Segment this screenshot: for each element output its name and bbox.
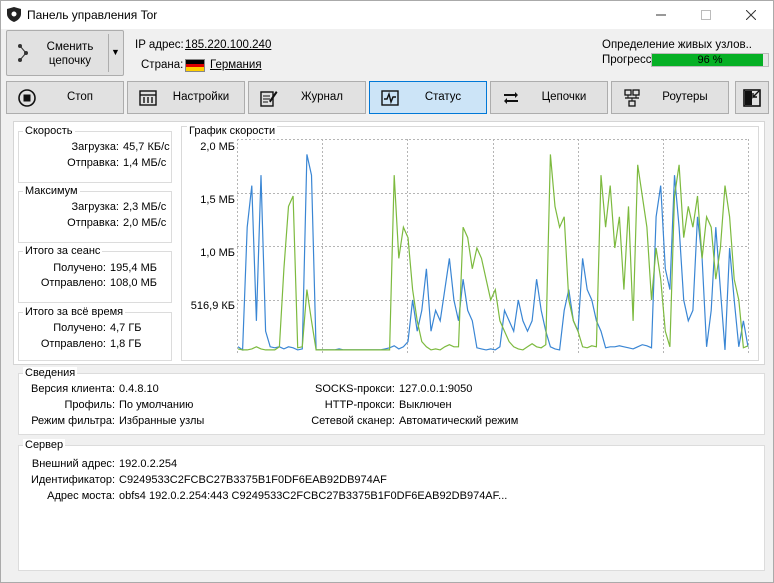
maximum-title: Максимум bbox=[23, 185, 80, 197]
client-version-value: 0.4.8.10 bbox=[119, 383, 159, 395]
upload-value: 1,4 МБ/с bbox=[123, 157, 167, 169]
log-pencil-icon bbox=[260, 91, 278, 107]
progress-percent: 96 % bbox=[697, 54, 723, 66]
split-divider bbox=[108, 34, 109, 72]
profile-value: По умолчанию bbox=[119, 399, 194, 411]
download-value: 45,7 КБ/с bbox=[123, 141, 170, 153]
country-link[interactable]: Германия bbox=[210, 59, 262, 71]
tor-shield-icon bbox=[7, 7, 21, 22]
alltime-received-label: Получено: bbox=[53, 322, 106, 334]
minimize-to-tray-button[interactable] bbox=[735, 81, 769, 114]
maximize-button[interactable] bbox=[683, 1, 728, 29]
speed-chart bbox=[237, 139, 749, 353]
change-circuit-button[interactable]: Сменить цепочку ▼ bbox=[6, 30, 124, 76]
log-button[interactable]: Журнал bbox=[248, 81, 366, 114]
stop-icon bbox=[18, 89, 36, 107]
server-title: Сервер bbox=[23, 439, 66, 451]
y-tick-label: 1,5 МБ bbox=[200, 194, 235, 206]
network-scanner-label: Сетевой сканер: bbox=[311, 415, 395, 427]
network-scanner-value: Автоматический режим bbox=[399, 415, 519, 427]
germany-flag-icon bbox=[185, 59, 205, 72]
max-upload-label: Отправка: bbox=[67, 217, 119, 229]
session-received-label: Получено: bbox=[53, 262, 106, 274]
close-button[interactable] bbox=[728, 1, 773, 29]
filter-mode-value: Избранные узлы bbox=[119, 415, 205, 427]
stop-button[interactable]: Стоп bbox=[6, 81, 124, 114]
alltime-group bbox=[18, 312, 172, 361]
close-icon bbox=[745, 10, 756, 20]
dropdown-arrow-icon[interactable]: ▼ bbox=[111, 47, 120, 57]
ip-address-link[interactable]: 185.220.100.240 bbox=[185, 39, 271, 51]
routers-button[interactable]: Роутеры bbox=[611, 81, 729, 114]
minimize-button[interactable] bbox=[638, 1, 683, 29]
socks-proxy-value: 127.0.0.1:9050 bbox=[399, 383, 473, 395]
chart-title: График скорости bbox=[187, 125, 278, 137]
circuits-label: Цепочки bbox=[541, 91, 587, 103]
progress-bar: 96 % bbox=[651, 53, 769, 67]
alltime-received-value: 4,7 ГБ bbox=[110, 322, 142, 334]
country-label: Страна: bbox=[141, 59, 184, 71]
circuits-arrows-icon bbox=[504, 92, 518, 104]
settings-button[interactable]: Настройки bbox=[127, 81, 245, 114]
log-label: Журнал bbox=[301, 91, 343, 103]
maximize-icon bbox=[700, 10, 711, 20]
max-upload-value: 2,0 МБ/с bbox=[123, 217, 167, 229]
bridge-address-label: Адрес моста: bbox=[47, 490, 115, 502]
progress-label: Прогресс bbox=[602, 54, 652, 66]
external-address-label: Внешний адрес: bbox=[31, 458, 115, 470]
session-sent-value: 108,0 МБ bbox=[110, 277, 157, 289]
upload-label: Отправка: bbox=[67, 157, 119, 169]
y-tick-label: 2,0 МБ bbox=[200, 141, 235, 153]
alltime-sent-label: Отправлено: bbox=[40, 338, 106, 350]
info-title: Сведения bbox=[23, 367, 78, 379]
routers-network-icon bbox=[624, 89, 640, 107]
y-tick-label: 1,0 МБ bbox=[200, 247, 235, 259]
ip-label: IP адрес: bbox=[135, 39, 184, 51]
window-title: Панель управления Tor bbox=[27, 8, 158, 22]
alltime-sent-value: 1,8 ГБ bbox=[110, 338, 142, 350]
stop-label: Стоп bbox=[66, 91, 94, 103]
routers-label: Роутеры bbox=[662, 91, 708, 103]
change-circuit-label: Сменить цепочку bbox=[46, 41, 94, 67]
http-proxy-label: HTTP-прокси: bbox=[324, 399, 395, 411]
alltime-title: Итого за всё время bbox=[23, 306, 126, 318]
settings-label: Настройки bbox=[172, 91, 230, 103]
status-tab-button[interactable]: Статус bbox=[369, 81, 487, 114]
status-label: Статус bbox=[424, 91, 462, 103]
status-text: Определение живых узлов.. bbox=[602, 39, 752, 51]
circuits-button[interactable]: Цепочки bbox=[490, 81, 608, 114]
http-proxy-value: Выключен bbox=[399, 399, 452, 411]
socks-proxy-label: SOCKS-прокси: bbox=[314, 383, 395, 395]
session-sent-label: Отправлено: bbox=[40, 277, 106, 289]
identifier-label: Идентификатор: bbox=[30, 474, 115, 486]
filter-mode-label: Режим фильтра: bbox=[31, 415, 115, 427]
client-version-label: Версия клиента: bbox=[30, 383, 115, 395]
circuit-nodes-icon bbox=[18, 44, 28, 62]
identifier-value: C9249533C2FCBC27B3375B1F0DF6EAB92DB974AF bbox=[119, 474, 387, 486]
main-window: Панель управления Tor Сменить цепочку ▼ … bbox=[0, 0, 774, 583]
download-label: Загрузка: bbox=[71, 141, 119, 153]
external-address-value: 192.0.2.254 bbox=[119, 458, 178, 470]
y-tick-label: 516,9 КБ bbox=[190, 300, 235, 312]
title-bar: Панель управления Tor bbox=[1, 1, 773, 29]
status-pulse-icon bbox=[381, 90, 399, 106]
minimize-icon bbox=[655, 14, 666, 16]
resize-window-icon bbox=[743, 89, 761, 107]
session-title: Итого за сеанс bbox=[23, 245, 103, 257]
session-received-value: 195,4 МБ bbox=[110, 262, 157, 274]
bridge-address-value: obfs4 192.0.2.254:443 C9249533C2FCBC27B3… bbox=[119, 490, 508, 502]
max-download-value: 2,3 МБ/с bbox=[123, 201, 167, 213]
speed-title: Скорость bbox=[23, 125, 75, 137]
profile-label: Профиль: bbox=[64, 399, 115, 411]
max-download-label: Загрузка: bbox=[71, 201, 119, 213]
settings-grid-icon bbox=[139, 90, 157, 106]
